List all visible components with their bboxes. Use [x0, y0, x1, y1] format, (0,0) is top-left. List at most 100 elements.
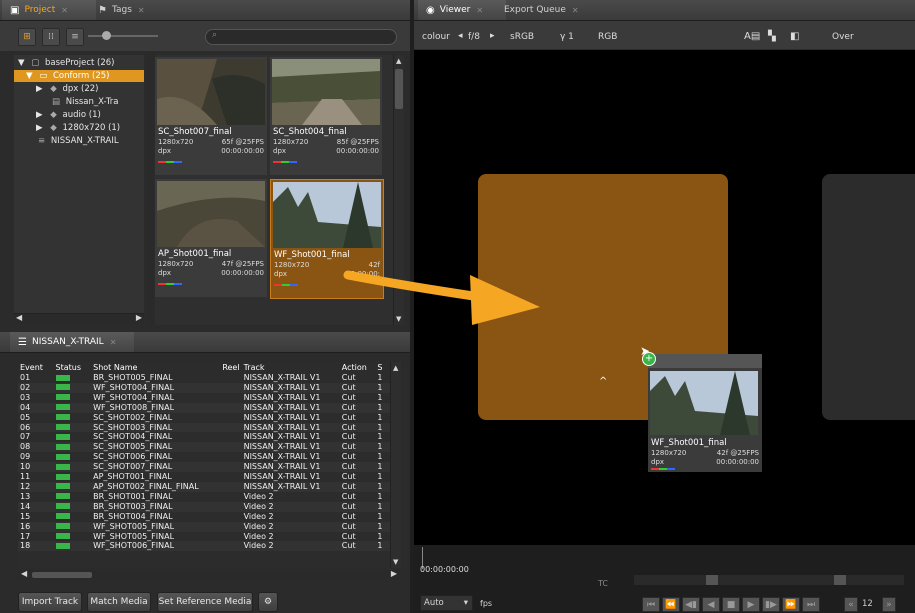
expand-arrow-icon[interactable]: ▼ [26, 71, 33, 81]
lut-select[interactable]: sRGB [510, 32, 534, 42]
col-s[interactable]: S [375, 362, 390, 373]
prev-key-button[interactable]: ⏪ [662, 597, 680, 612]
step-increase-button[interactable]: » [882, 597, 896, 612]
table-row[interactable]: 08 SC_SHOT005_FINAL NISSAN_X-TRAIL V1 Cut 1 [18, 442, 390, 453]
go-end-button[interactable]: ⏭ [802, 597, 820, 612]
tree-hscrollbar[interactable]: ◀ ▶ [14, 313, 144, 324]
settings-gear-button[interactable]: ⚙ [258, 592, 278, 612]
expand-arrow-icon[interactable]: ▼ [18, 58, 25, 68]
scroll-left-icon[interactable]: ◀ [21, 569, 27, 578]
table-row[interactable]: 09 SC_SHOT006_FINAL NISSAN_X-TRAIL V1 Cut 1 [18, 452, 390, 462]
table-row[interactable]: 16 WF_SHOT005_FINAL Video 2 Cut 1 [18, 521, 390, 532]
table-row[interactable]: 06 SC_SHOT003_FINAL NISSAN_X-TRAIL V1 Cut 1 [18, 422, 390, 433]
display-mode-select[interactable]: RGB [598, 32, 617, 42]
col-reel[interactable]: Reel [210, 362, 241, 373]
go-start-button[interactable]: ⏮ [642, 597, 660, 612]
overlay-icon[interactable]: A▤ [744, 31, 760, 42]
fstop-up-icon[interactable]: ▸ [490, 31, 495, 41]
tab-project[interactable]: ▣ Project ✕ [2, 0, 96, 20]
close-icon[interactable]: ✕ [110, 338, 117, 347]
grid-view-icon[interactable]: ⊞ [18, 28, 36, 46]
clip-card[interactable]: SC_Shot004_final 1280x720 85f @25FPS dpx 0… [270, 57, 382, 175]
scroll-thumb[interactable] [395, 69, 403, 109]
tree-item-dpx[interactable]: ▶ ◆ dpx (22) [14, 83, 144, 95]
tab-export-queue[interactable]: Export Queue ✕ [496, 0, 600, 20]
drag-clip-card[interactable]: + WF_Shot001_final 1280x720 42f @25FPS dp… [642, 352, 762, 472]
tab-tags[interactable]: ⚑ Tags ✕ [90, 0, 176, 20]
col-track[interactable]: Track [242, 362, 340, 373]
tab-viewer[interactable]: ◉ Viewer ✕ [418, 0, 506, 20]
col-status[interactable]: Status [54, 362, 92, 373]
match-media-button[interactable]: Match Media [87, 592, 151, 612]
scroll-up-icon[interactable]: ▲ [393, 364, 398, 372]
step-back-button[interactable]: ◀▮ [682, 597, 700, 612]
scroll-thumb[interactable] [32, 572, 92, 578]
rate-mode-select[interactable]: Auto ▾ [420, 595, 473, 611]
panel-divider[interactable] [148, 55, 154, 325]
tree-item-baseproject[interactable]: ▼ ▢ baseProject (26) [14, 57, 144, 69]
import-track-button[interactable]: Import Track [18, 592, 82, 612]
play-back-button[interactable]: ◀ [702, 597, 720, 612]
step-value[interactable]: 12 [862, 599, 873, 609]
scroll-right-icon[interactable]: ▶ [391, 569, 397, 578]
expand-arrow-icon[interactable]: ▶ [36, 110, 43, 120]
table-row[interactable]: 17 WF_SHOT005_FINAL Video 2 Cut 1 [18, 532, 390, 542]
col-action[interactable]: Action [340, 362, 376, 373]
guides-icon[interactable]: ▚ [768, 31, 776, 42]
timeline-area[interactable]: 00:00:00:00 TC Auto ▾ fps ⏮ ⏪ ◀▮ ◀ ■ ▶ ▮… [414, 545, 915, 613]
col-event[interactable]: Event [18, 362, 54, 373]
scroll-right-icon[interactable]: ▶ [136, 313, 142, 322]
table-row[interactable]: 04 WF_SHOT008_FINAL NISSAN_X-TRAIL V1 Cut 1 [18, 402, 390, 413]
table-row[interactable]: 07 SC_SHOT004_FINAL NISSAN_X-TRAIL V1 Cut 1 [18, 432, 390, 442]
close-icon[interactable]: ✕ [61, 6, 68, 15]
table-row[interactable]: 18 WF_SHOT006_FINAL Video 2 Cut 1 [18, 541, 390, 552]
tile-view-icon[interactable]: ⁞⁞ [42, 28, 60, 46]
set-reference-media-button[interactable]: Set Reference Media [157, 592, 253, 612]
list-view-icon[interactable]: ≡ [66, 28, 84, 46]
drop-slot-secondary[interactable] [822, 174, 915, 420]
table-row[interactable]: 02 WF_SHOT004_FINAL NISSAN_X-TRAIL V1 Cut 1 [18, 382, 390, 393]
next-key-button[interactable]: ⏩ [782, 597, 800, 612]
fstop-down-icon[interactable]: ◂ [458, 31, 463, 41]
clip-card[interactable]: SC_Shot007_final 1280x720 65f @25FPS dpx 0… [155, 57, 267, 175]
tree-item-audio[interactable]: ▶ ◆ audio (1) [14, 109, 144, 121]
scroll-down-icon[interactable]: ▼ [393, 558, 398, 566]
thumb-size-slider[interactable] [88, 31, 158, 40]
table-row[interactable]: 14 BR_SHOT003_FINAL Video 2 Cut 1 [18, 501, 390, 512]
compare-icon[interactable]: ◧ [790, 31, 799, 42]
table-row[interactable]: 13 BR_SHOT001_FINAL Video 2 Cut 1 [18, 492, 390, 502]
expand-arrow-icon[interactable]: ▶ [36, 123, 43, 133]
table-row[interactable]: 05 SC_SHOT002_FINAL NISSAN_X-TRAIL V1 Cut 1 [18, 413, 390, 423]
table-row[interactable]: 11 AP_SHOT001_FINAL NISSAN_X-TRAIL V1 Cut 1 [18, 472, 390, 482]
tree-item-sequence[interactable]: ≡ NISSAN_X-TRAIL [14, 135, 144, 147]
out-marker[interactable] [834, 575, 846, 585]
gamma-value[interactable]: γ 1 [560, 32, 574, 42]
step-decrease-button[interactable]: « [844, 597, 858, 612]
tree-item-1280x720[interactable]: ▶ ◆ 1280x720 (1) [14, 122, 144, 134]
in-marker[interactable] [706, 575, 718, 585]
play-button[interactable]: ▶ [742, 597, 760, 612]
clip-card[interactable]: AP_Shot001_final 1280x720 47f @25FPS dpx 0… [155, 179, 267, 297]
col-shot-name[interactable]: Shot Name [91, 362, 210, 373]
table-row[interactable]: 01 BR_SHOT005_FINAL NISSAN_X-TRAIL V1 Cut 1 [18, 373, 390, 383]
fstop-value[interactable]: f/8 [468, 32, 480, 42]
scroll-left-icon[interactable]: ◀ [16, 313, 22, 322]
event-table-hscrollbar[interactable]: ◀ ▶ [18, 569, 400, 580]
tree-item-nissan-clip[interactable]: ▤ Nissan_X-Tra [14, 96, 144, 108]
search-input[interactable]: ⌕ [205, 29, 397, 45]
timeline-track[interactable] [634, 575, 904, 585]
expand-arrow-icon[interactable]: ▶ [36, 84, 43, 94]
table-row[interactable]: 12 AP_SHOT002_FINAL_FINAL NISSAN_X-TRAIL V… [18, 481, 390, 492]
tab-sequence[interactable]: ☰ NISSAN_X-TRAIL ✕ [10, 332, 134, 352]
table-row[interactable]: 03 WF_SHOT004_FINAL NISSAN_X-TRAIL V1 Cut 1 [18, 393, 390, 403]
table-row[interactable]: 15 BR_SHOT004_FINAL Video 2 Cut 1 [18, 512, 390, 522]
step-forward-button[interactable]: ▮▶ [762, 597, 780, 612]
scroll-up-icon[interactable]: ▲ [396, 57, 401, 65]
close-icon[interactable]: ✕ [138, 6, 145, 15]
close-icon[interactable]: ✕ [476, 6, 483, 15]
stop-button[interactable]: ■ [722, 597, 740, 612]
tree-item-conform[interactable]: ▼ ▭ Conform (25) [14, 70, 144, 82]
table-row[interactable]: 10 SC_SHOT007_FINAL NISSAN_X-TRAIL V1 Cut 1 [18, 462, 390, 473]
blend-mode-select[interactable]: Over [832, 32, 854, 42]
channel-select[interactable]: colour [422, 32, 450, 42]
